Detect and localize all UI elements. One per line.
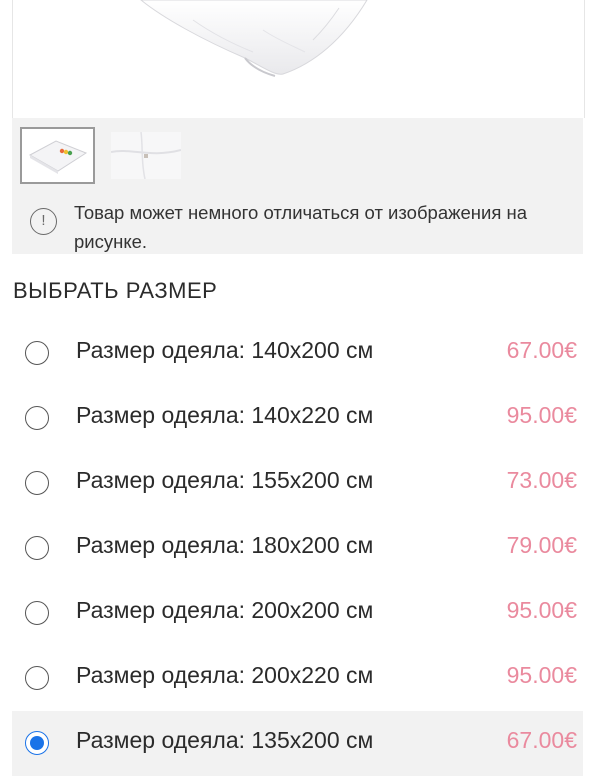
size-options-list: Размер одеяла: 140x200 см 67.00€ Размер … — [12, 321, 583, 776]
size-section-title: ВЫБРАТЬ РАЗМЕР — [13, 278, 218, 303]
radio-button[interactable] — [25, 406, 49, 430]
image-disclaimer: ! Товар может немного отличаться от изоб… — [12, 198, 583, 254]
radio-button-checked[interactable] — [25, 731, 49, 755]
radio-button[interactable] — [25, 341, 49, 365]
size-option[interactable]: Размер одеяла: 140x220 см 95.00€ — [12, 386, 583, 451]
size-option-price: 79.00€ — [506, 532, 577, 558]
product-main-image[interactable] — [12, 0, 585, 118]
size-option-label: Размер одеяла: 140x220 см — [76, 402, 374, 428]
size-option-price: 95.00€ — [506, 402, 577, 428]
radio-button[interactable] — [25, 536, 49, 560]
size-option[interactable]: Размер одеяла: 180x200 см 79.00€ — [12, 516, 583, 581]
blanket-thumbnail-image — [28, 140, 88, 174]
thumbnail-2[interactable] — [111, 132, 181, 179]
size-option-price: 73.00€ — [506, 467, 577, 493]
size-option-selected[interactable]: Размер одеяла: 135x200 см 67.00€ — [12, 711, 583, 776]
disclaimer-text: Товар может немного отличаться от изобра… — [74, 202, 528, 252]
size-option[interactable]: Размер одеяла: 155x200 см 73.00€ — [12, 451, 583, 516]
size-option-price: 67.00€ — [506, 727, 577, 753]
size-option-label: Размер одеяла: 155x200 см — [76, 467, 374, 493]
info-exclamation-icon: ! — [30, 208, 57, 235]
size-option[interactable]: Размер одеяла: 200x220 см 95.00€ — [12, 646, 583, 711]
size-option-price: 95.00€ — [506, 597, 577, 623]
thumbnail-1[interactable] — [20, 127, 95, 184]
size-option-label: Размер одеяла: 180x200 см — [76, 532, 374, 558]
size-option[interactable]: Размер одеяла: 140x200 см 67.00€ — [12, 321, 583, 386]
gallery-strip: ! Товар может немного отличаться от изоб… — [12, 118, 583, 254]
blanket-detail-image — [111, 132, 181, 179]
size-option[interactable]: Размер одеяла: 200x200 см 95.00€ — [12, 581, 583, 646]
radio-button[interactable] — [25, 601, 49, 625]
size-option-label: Размер одеяла: 140x200 см — [76, 337, 374, 363]
size-option-price: 95.00€ — [506, 662, 577, 688]
size-option-price: 67.00€ — [506, 337, 577, 363]
size-option-label: Размер одеяла: 135x200 см — [76, 727, 374, 753]
size-option-label: Размер одеяла: 200x220 см — [76, 662, 374, 688]
blanket-image — [140, 0, 368, 77]
radio-button[interactable] — [25, 666, 49, 690]
size-option-label: Размер одеяла: 200x200 см — [76, 597, 374, 623]
radio-button[interactable] — [25, 471, 49, 495]
